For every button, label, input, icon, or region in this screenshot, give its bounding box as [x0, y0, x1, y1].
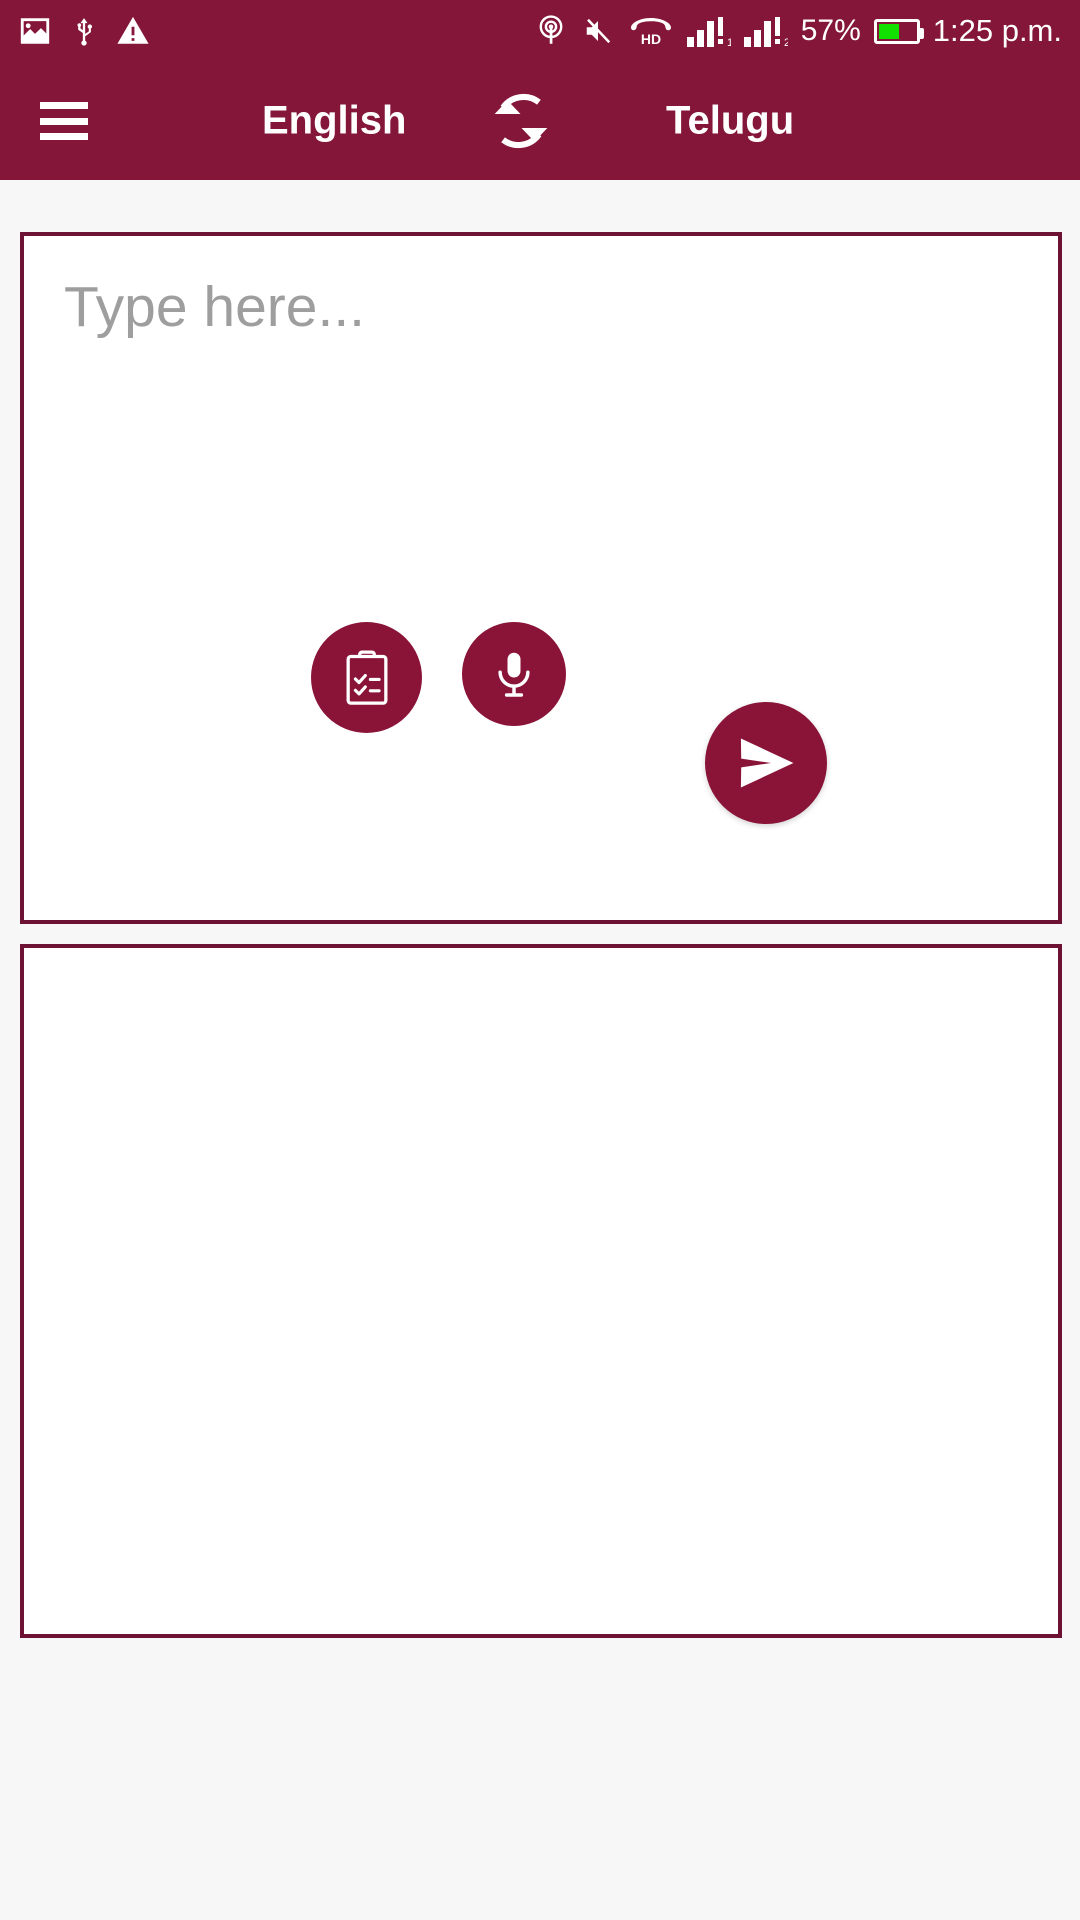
send-icon [740, 738, 794, 788]
signal-sim2-icon: 2 [743, 17, 788, 47]
swap-languages-button[interactable] [478, 78, 564, 164]
source-language-button[interactable]: English [262, 99, 406, 144]
source-text-placeholder: Type here... [64, 275, 366, 339]
microphone-icon [498, 652, 530, 697]
status-bar-left-icons [18, 14, 150, 48]
status-bar: HD 1 2 57% 1:25 p.m. [0, 0, 1080, 62]
hamburger-menu-icon[interactable] [40, 102, 88, 140]
send-button[interactable] [705, 702, 827, 824]
hamburger-bar [40, 133, 88, 140]
hd-call-icon: HD [630, 18, 671, 47]
source-text-panel[interactable]: Type here... [20, 232, 1062, 924]
status-bar-right-icons: HD 1 2 57% 1:25 p.m. [534, 13, 1062, 49]
app-root: HD 1 2 57% 1:25 p.m. English Telugu Type… [0, 0, 1080, 1920]
hamburger-bar [40, 102, 88, 109]
battery-fill [878, 23, 900, 39]
image-icon [20, 18, 50, 44]
svg-text:2: 2 [784, 37, 788, 47]
target-language-button[interactable]: Telugu [666, 99, 794, 144]
signal-sim1-icon: 1 [686, 17, 731, 47]
hotspot-icon [539, 15, 563, 44]
paste-button[interactable] [311, 622, 422, 733]
mute-icon [586, 18, 610, 44]
battery-percent-label: 57% [800, 14, 861, 47]
clock-label: 1:25 p.m. [932, 13, 1062, 48]
microphone-button[interactable] [462, 622, 566, 726]
swap-languages-icon [494, 93, 548, 149]
hamburger-bar [40, 117, 88, 125]
battery-icon [873, 18, 924, 44]
warning-icon [117, 16, 149, 44]
svg-text:HD: HD [641, 31, 661, 47]
usb-icon [77, 18, 93, 46]
app-bar: English Telugu [0, 62, 1080, 180]
svg-text:1: 1 [727, 37, 731, 47]
clipboard-paste-icon [346, 650, 387, 705]
translated-text-panel[interactable] [20, 944, 1062, 1638]
